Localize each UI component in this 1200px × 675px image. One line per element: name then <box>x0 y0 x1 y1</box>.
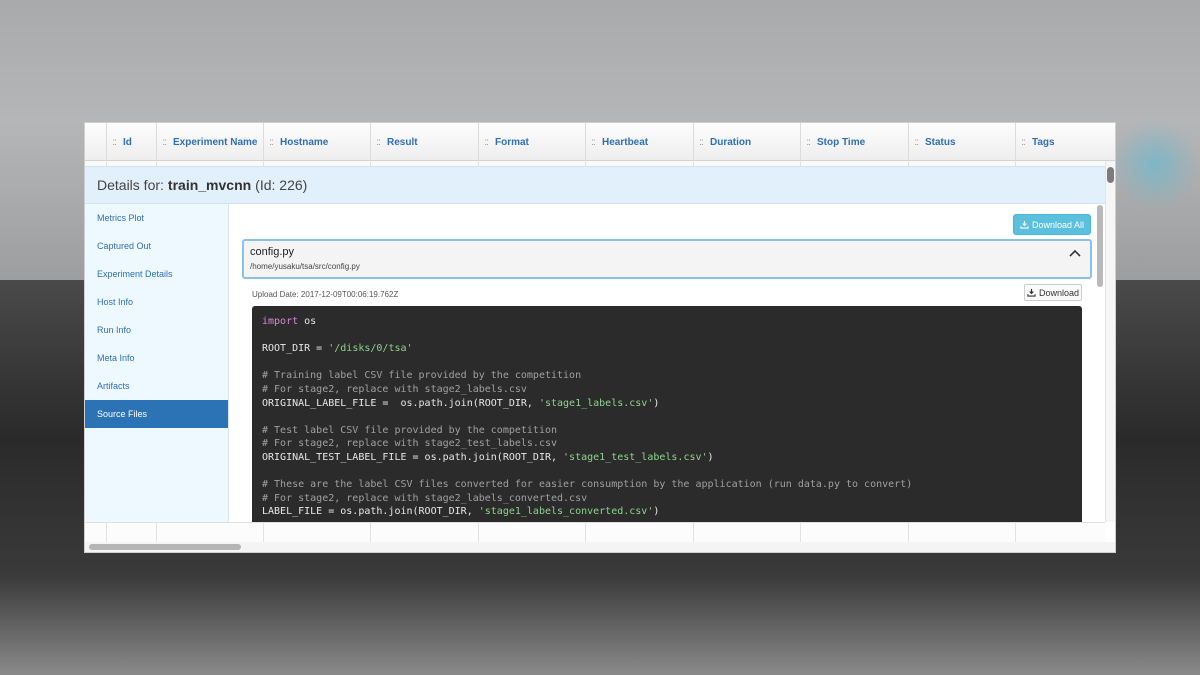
drag-handle-icon[interactable]: :: <box>264 137 278 148</box>
table-row[interactable] <box>85 522 1105 542</box>
file-accordion-header[interactable]: config.py /home/yusaku/tsa/src/config.py <box>242 239 1092 279</box>
file-path: /home/yusaku/tsa/src/config.py <box>250 262 360 271</box>
background-glow <box>1110 120 1200 210</box>
upload-date: Upload Date: 2017-12-09T00:06:19.762Z <box>252 290 399 299</box>
download-icon <box>1027 288 1036 297</box>
code-token: ) <box>653 506 660 518</box>
download-all-label: Download All <box>1031 219 1085 230</box>
column-header-heartbeat[interactable]: :: Heartbeat <box>585 123 693 161</box>
experiments-window: :: Id :: Experiment Name :: Hostname :: … <box>84 122 1116 553</box>
code-token: # For stage2, replace with stage2_labels… <box>262 492 588 504</box>
column-divider <box>908 522 909 542</box>
code-line: ORIGINAL_LABEL_FILE = os.path.join(ROOT_… <box>262 397 1072 411</box>
code-token: LABEL_FILE = os.path.join(ROOT_DIR, <box>262 506 479 518</box>
code-token: 'stage1_labels.csv' <box>538 397 654 409</box>
code-line: # Training label CSV file provided by th… <box>262 369 1072 383</box>
sidebar-item-host-info[interactable]: Host Info <box>85 288 228 316</box>
code-line: # For stage2, replace with stage2_test_l… <box>262 437 1072 451</box>
code-line: ORIGINAL_TEST_LABEL_FILE = os.path.join(… <box>262 451 1072 465</box>
column-divider <box>1015 522 1016 542</box>
experiment-id: (Id: 226) <box>255 177 308 193</box>
column-header-hostname[interactable]: :: Hostname <box>263 123 370 161</box>
sidebar-item-captured-out[interactable]: Captured Out <box>85 232 228 260</box>
details-sidebar: Metrics Plot Captured Out Experiment Det… <box>85 204 229 522</box>
column-header-tags[interactable]: :: Tags <box>1015 123 1115 161</box>
column-divider <box>693 522 694 542</box>
code-line: import os <box>262 315 1072 329</box>
column-divider <box>800 522 801 542</box>
code-token: # For stage2, replace with stage2_labels… <box>262 383 527 395</box>
sidebar-item-artifacts[interactable]: Artifacts <box>85 372 228 400</box>
sidebar-item-metrics-plot[interactable]: Metrics Plot <box>85 204 228 232</box>
drag-handle-icon[interactable]: :: <box>479 137 493 148</box>
code-token: ) <box>707 451 714 463</box>
code-token: ORIGINAL_LABEL_FILE = os.path.join(ROOT_… <box>262 397 539 409</box>
horizontal-scrollbar-thumb[interactable] <box>89 544 241 550</box>
experiment-name: train_mvcnn <box>167 177 252 193</box>
code-viewer[interactable]: import os ROOT_DIR = '/disks/0/tsa' # Tr… <box>252 306 1082 522</box>
code-token: 'stage1_test_labels.csv' <box>563 451 708 463</box>
chevron-up-icon[interactable] <box>1068 247 1082 261</box>
drag-handle-icon[interactable]: :: <box>694 137 708 148</box>
details-title: Details for: train_mvcnn (Id: 226) <box>85 166 1105 204</box>
code-line: ROOT_DIR = '/disks/0/tsa' <box>262 342 1072 356</box>
vertical-scrollbar-thumb[interactable] <box>1107 167 1114 183</box>
column-header-status[interactable]: :: Status <box>908 123 1015 161</box>
code-token: # Test label CSV file provided by the co… <box>262 424 558 436</box>
code-token: # For stage2, replace with stage2_test_l… <box>262 438 558 450</box>
download-label: Download <box>1038 287 1080 298</box>
column-divider <box>263 522 264 542</box>
code-line: # Test label CSV file provided by the co… <box>262 424 1072 438</box>
code-line: # For stage2, replace with stage2_labels… <box>262 383 1072 397</box>
code-token: ) <box>653 397 660 409</box>
drag-handle-icon[interactable]: :: <box>586 137 600 148</box>
details-prefix: Details for: <box>97 177 164 193</box>
column-divider <box>370 522 371 542</box>
file-name: config.py <box>250 246 295 258</box>
column-header-experiment-name[interactable]: :: Experiment Name <box>156 123 263 161</box>
table-header: :: Id :: Experiment Name :: Hostname :: … <box>85 123 1115 161</box>
column-divider <box>106 522 107 542</box>
column-header-id[interactable]: :: Id <box>106 123 156 161</box>
sidebar-item-source-files[interactable]: Source Files <box>85 400 228 428</box>
drag-handle-icon[interactable]: :: <box>909 137 923 148</box>
column-divider <box>156 522 157 542</box>
sidebar-item-run-info[interactable]: Run Info <box>85 316 228 344</box>
sidebar-item-experiment-details[interactable]: Experiment Details <box>85 260 228 288</box>
column-header-result[interactable]: :: Result <box>370 123 478 161</box>
download-all-button[interactable]: Download All <box>1013 214 1091 235</box>
source-files-panel: Download All config.py /home/yusaku/tsa/… <box>230 204 1094 522</box>
content-scrollbar-thumb[interactable] <box>1097 205 1103 287</box>
code-line: # These are the label CSV files converte… <box>262 478 1072 492</box>
drag-handle-icon[interactable]: :: <box>107 137 121 148</box>
code-token: ORIGINAL_TEST_LABEL_FILE = os.path.join(… <box>262 451 564 463</box>
code-token: ROOT_DIR = <box>262 343 329 355</box>
code-line: LABEL_FILE = os.path.join(ROOT_DIR, 'sta… <box>262 505 1072 519</box>
drag-handle-icon[interactable]: :: <box>371 137 385 148</box>
code-token: '/disks/0/tsa' <box>328 343 413 355</box>
sidebar-item-meta-info[interactable]: Meta Info <box>85 344 228 372</box>
code-token: 'stage1_labels_converted.csv' <box>478 506 654 518</box>
code-token: os <box>298 316 317 327</box>
drag-handle-icon[interactable]: :: <box>1016 137 1030 148</box>
download-button[interactable]: Download <box>1024 284 1082 301</box>
column-divider <box>478 522 479 542</box>
code-token: # These are the label CSV files converte… <box>262 479 913 491</box>
column-header-format[interactable]: :: Format <box>478 123 585 161</box>
download-icon <box>1020 220 1029 229</box>
code-line: # For stage2, replace with stage2_labels… <box>262 492 1072 506</box>
column-divider <box>585 522 586 542</box>
column-header-duration[interactable]: :: Duration <box>693 123 800 161</box>
drag-handle-icon[interactable]: :: <box>157 137 171 148</box>
code-token: # Training label CSV file provided by th… <box>262 370 582 382</box>
vertical-scrollbar[interactable] <box>1105 161 1115 522</box>
drag-handle-icon[interactable]: :: <box>801 137 815 148</box>
column-header-stop-time[interactable]: :: Stop Time <box>800 123 908 161</box>
code-token: import <box>262 316 299 327</box>
